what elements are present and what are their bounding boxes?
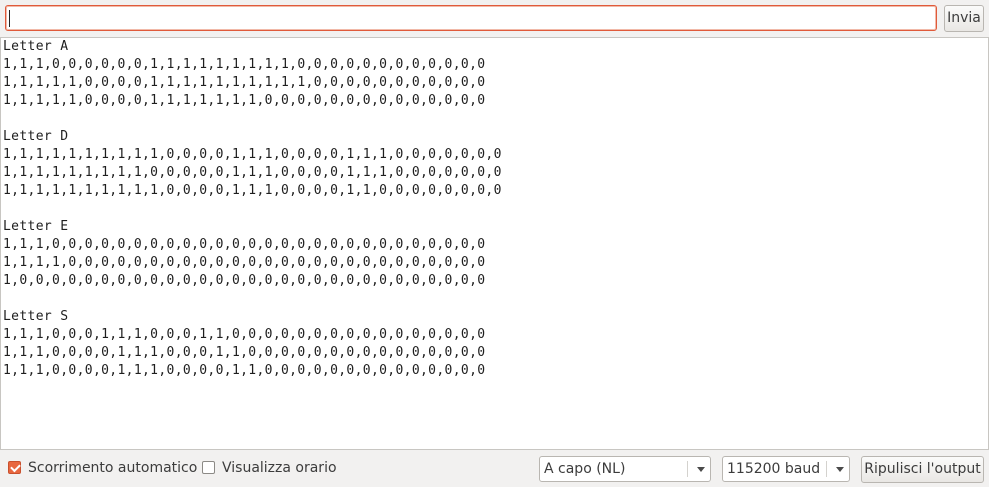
clear-output-button[interactable]: Ripulisci l'output — [861, 456, 984, 483]
text-caret — [9, 10, 10, 27]
send-button[interactable]: Invia — [944, 5, 984, 32]
baud-rate-value: 115200 baud — [727, 461, 821, 477]
output-line: 1,1,1,1,1,1,1,1,1,0,0,0,0,0,1,1,1,0,0,0,… — [3, 165, 502, 180]
output-line: 1,1,1,1,0,0,0,0,0,0,0,0,0,0,0,0,0,0,0,0,… — [3, 255, 486, 270]
output-line: 1,1,1,1,1,1,1,1,1,1,0,0,0,0,1,1,1,0,0,0,… — [3, 183, 502, 198]
select-divider — [826, 461, 827, 477]
output-line: 1,1,1,0,0,0,0,0,0,0,0,0,0,0,0,0,0,0,0,0,… — [3, 237, 486, 252]
select-divider — [687, 461, 688, 477]
output-line: Letter S — [3, 309, 69, 324]
output-line: Letter E — [3, 219, 69, 234]
serial-send-input[interactable] — [5, 5, 937, 31]
serial-output-area[interactable]: Letter A 1,1,1,0,0,0,0,0,0,1,1,1,1,1,1,1… — [0, 38, 989, 450]
checkmark-icon — [10, 461, 21, 473]
output-line: 1,1,1,0,0,0,0,1,1,1,0,0,0,0,1,1,0,0,0,0,… — [3, 363, 486, 378]
chevron-down-icon — [697, 467, 705, 472]
output-line: 1,1,1,0,0,0,0,1,1,1,0,0,0,1,1,0,0,0,0,0,… — [3, 345, 486, 360]
send-toolbar: Invia — [0, 0, 989, 38]
baud-rate-select[interactable]: 115200 baud — [722, 456, 850, 482]
autoscroll-checkbox[interactable] — [8, 461, 21, 474]
chevron-down-icon — [836, 467, 844, 472]
output-line: 1,1,1,1,1,0,0,0,0,1,1,1,1,1,1,1,1,1,1,0,… — [3, 75, 486, 90]
show-timestamp-label[interactable]: Visualizza orario — [222, 459, 337, 477]
line-ending-select[interactable]: A capo (NL) — [539, 456, 711, 482]
output-line: 1,1,1,0,0,0,1,1,1,0,0,0,1,1,0,0,0,0,0,0,… — [3, 327, 486, 342]
line-ending-value: A capo (NL) — [544, 461, 626, 477]
output-line: 1,0,0,0,0,0,0,0,0,0,0,0,0,0,0,0,0,0,0,0,… — [3, 273, 486, 288]
show-timestamp-checkbox[interactable] — [202, 461, 215, 474]
output-line: 1,1,1,1,1,0,0,0,0,1,1,1,1,1,1,1,0,0,0,0,… — [3, 93, 486, 108]
autoscroll-label[interactable]: Scorrimento automatico — [28, 459, 197, 477]
output-line: 1,1,1,1,1,1,1,1,1,1,0,0,0,0,1,1,1,0,0,0,… — [3, 147, 502, 162]
output-line: Letter A — [3, 39, 69, 54]
output-line: 1,1,1,0,0,0,0,0,0,1,1,1,1,1,1,1,1,1,0,0,… — [3, 57, 486, 72]
output-line: Letter D — [3, 129, 69, 144]
